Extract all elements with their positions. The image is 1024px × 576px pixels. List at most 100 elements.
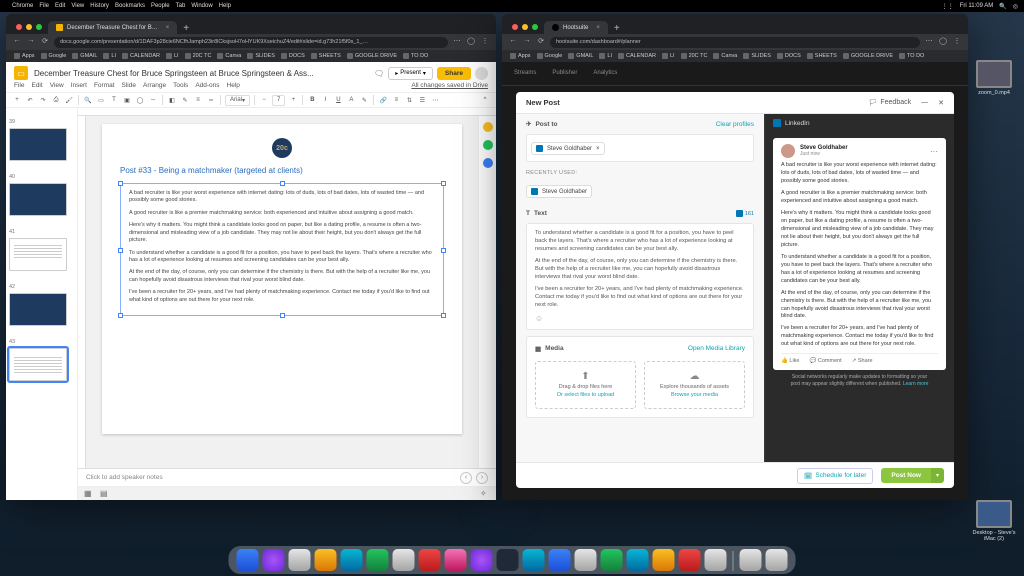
back-icon[interactable]: ← xyxy=(12,37,22,47)
siri-icon[interactable]: ◎ xyxy=(1013,3,1018,10)
profile-chip[interactable]: Steve Goldhaber × xyxy=(531,142,605,155)
font-size-up-icon[interactable]: + xyxy=(288,95,298,105)
select-icon[interactable]: ▭ xyxy=(96,95,106,105)
slide-thumb[interactable]: 40 xyxy=(9,165,74,216)
align-icon[interactable]: ≡ xyxy=(391,95,401,105)
remove-chip-icon[interactable]: × xyxy=(596,146,600,152)
slide-title[interactable]: Post #33 - Being a matchmaker (targeted … xyxy=(120,166,444,175)
reload-icon[interactable]: ⟳ xyxy=(40,37,50,47)
textbox-icon[interactable]: T xyxy=(109,95,119,105)
zoom-icon[interactable]: 🔍 xyxy=(83,95,93,105)
menu-edit[interactable]: Edit xyxy=(31,82,42,89)
menu-addons[interactable]: Add-ons xyxy=(195,82,219,89)
dock-messages-icon[interactable] xyxy=(367,549,389,571)
dock-trash-icon[interactable] xyxy=(766,549,788,571)
bookmark-apps[interactable]: Apps xyxy=(14,53,35,59)
dock-music-icon[interactable] xyxy=(445,549,467,571)
emoji-icon[interactable]: ☺ xyxy=(535,314,745,323)
profile-icon[interactable]: ◯ xyxy=(466,37,476,47)
selected-text-frame[interactable]: A bad recruiter is like your worst exper… xyxy=(120,183,444,316)
speaker-notes[interactable]: Click to add speaker notes ‹› xyxy=(78,468,496,486)
browser-tab[interactable]: Hootsuite × xyxy=(544,21,608,34)
bookmark-apps[interactable]: Apps xyxy=(510,53,531,59)
bookmark-item[interactable]: Google xyxy=(41,53,67,59)
select-files-link[interactable]: Or select files to upload xyxy=(557,392,614,398)
dock-news-icon[interactable] xyxy=(419,549,441,571)
bookmark-item[interactable]: GOOGLE DRIVE xyxy=(347,53,397,59)
minimize-icon[interactable]: — xyxy=(921,99,928,106)
prev-slide-icon[interactable]: ‹ xyxy=(460,472,472,484)
bookmark-item[interactable]: Canva xyxy=(713,53,737,59)
line-icon[interactable]: ─ xyxy=(148,95,158,105)
dock-app-icon[interactable] xyxy=(653,549,675,571)
dock-finder-icon[interactable] xyxy=(237,549,259,571)
dock-downloads-icon[interactable] xyxy=(740,549,762,571)
bookmark-item[interactable]: SHEETS xyxy=(807,53,837,59)
open-media-library-link[interactable]: Open Media Library xyxy=(688,345,745,353)
italic-icon[interactable]: I xyxy=(320,95,330,105)
fill-color-icon[interactable]: ◧ xyxy=(167,95,177,105)
schedule-button[interactable]: 🗓 Schedule for later xyxy=(797,468,873,484)
share-button[interactable]: Share xyxy=(437,67,471,80)
more-icon[interactable]: ⋯ xyxy=(430,95,440,105)
shape-icon[interactable]: ◯ xyxy=(135,95,145,105)
minimize-window[interactable] xyxy=(26,24,32,30)
bookmark-item[interactable]: 20C TC xyxy=(185,53,212,59)
post-text-area[interactable]: To understand whether a candidate is a g… xyxy=(526,223,754,330)
new-tab-button[interactable]: + xyxy=(177,23,195,34)
bookmark-item[interactable]: GOOGLE DRIVE xyxy=(843,53,893,59)
account-avatar[interactable] xyxy=(475,67,488,80)
menu-help[interactable]: Help xyxy=(219,3,231,9)
close-icon[interactable]: ✕ xyxy=(938,99,944,107)
menu-view[interactable]: View xyxy=(50,82,64,89)
menu-tools[interactable]: Tools xyxy=(173,82,188,89)
bookmark-item[interactable]: LI xyxy=(662,53,675,59)
close-window[interactable] xyxy=(16,24,22,30)
browser-tab[interactable]: December Treasure Chest for B… × xyxy=(48,21,177,34)
slides-logo-icon[interactable]: ▭ xyxy=(14,66,28,80)
dock-acrobat-icon[interactable] xyxy=(679,549,701,571)
highlight-icon[interactable]: ✎ xyxy=(359,95,369,105)
link-icon[interactable]: 🔗 xyxy=(378,95,388,105)
list-icon[interactable]: ☰ xyxy=(417,95,427,105)
dock-tv-icon[interactable] xyxy=(497,549,519,571)
menu-file[interactable]: File xyxy=(14,82,24,89)
close-window[interactable] xyxy=(512,24,518,30)
bookmark-item[interactable]: GMAIL xyxy=(72,53,97,59)
feedback-button[interactable]: 🏳 Feedback xyxy=(868,99,911,107)
bookmark-item[interactable]: Google xyxy=(537,53,563,59)
present-button[interactable]: ▸ Present ▾ xyxy=(388,67,433,80)
dock-maps-icon[interactable] xyxy=(393,549,415,571)
new-tab-button[interactable]: + xyxy=(608,23,626,34)
dock-siri-icon[interactable] xyxy=(263,549,285,571)
post-now-button[interactable]: Post Now xyxy=(881,468,931,483)
media-upload-slot[interactable]: ⬆ Drag & drop files here Or select files… xyxy=(535,361,636,409)
doc-title[interactable]: December Treasure Chest for Bruce Spring… xyxy=(34,69,368,78)
font-select[interactable]: Arial ▾ xyxy=(225,95,250,106)
menu-format[interactable]: Format xyxy=(94,82,115,89)
menu-people[interactable]: People xyxy=(151,3,170,9)
bookmark-item[interactable]: DOCS xyxy=(777,53,801,59)
dock-zoom-icon[interactable] xyxy=(627,549,649,571)
bookmark-item[interactable]: LI xyxy=(599,53,612,59)
share-action[interactable]: ↗ Share xyxy=(852,358,873,364)
slide-thumb[interactable]: 39 xyxy=(9,110,74,161)
more-icon[interactable]: ⋯ xyxy=(930,147,938,156)
bookmark-item[interactable]: LI xyxy=(166,53,179,59)
media-browse-slot[interactable]: ☁ Explore thousands of assets Browse you… xyxy=(644,361,745,409)
extensions-icon[interactable]: ⋯ xyxy=(924,37,934,47)
print-icon[interactable]: ⎙ xyxy=(51,95,61,105)
dock-appstore-icon[interactable] xyxy=(523,549,545,571)
address-bar[interactable]: hootsuite.com/dashboard#/planner xyxy=(550,37,920,48)
bookmark-item[interactable]: LI xyxy=(103,53,116,59)
image-icon[interactable]: ▣ xyxy=(122,95,132,105)
menu-view[interactable]: View xyxy=(71,3,84,9)
close-tab-icon[interactable]: × xyxy=(596,25,600,31)
profile-icon[interactable]: ◯ xyxy=(938,37,948,47)
learn-more-link[interactable]: Learn more xyxy=(903,381,929,387)
bold-icon[interactable]: B xyxy=(307,95,317,105)
extensions-icon[interactable]: ⋯ xyxy=(452,37,462,47)
resize-handle[interactable] xyxy=(118,248,123,253)
resize-handle[interactable] xyxy=(118,313,123,318)
bookmark-item[interactable]: CALENDAR xyxy=(122,53,160,59)
